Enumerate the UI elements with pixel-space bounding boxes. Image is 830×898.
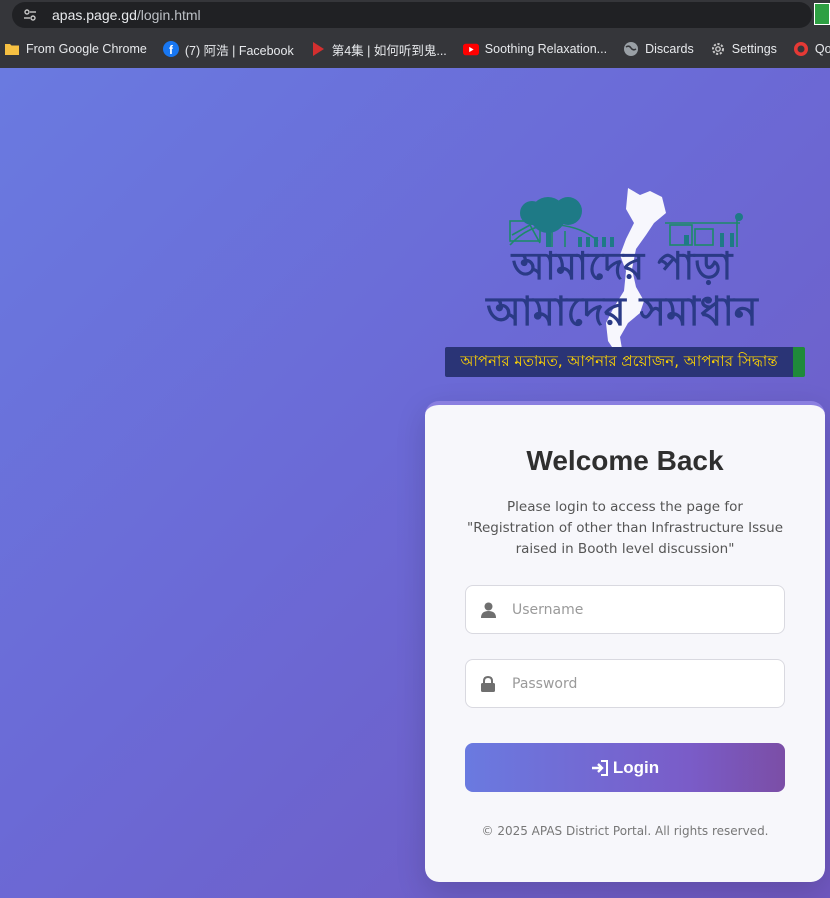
url-field[interactable]: apas.page.gd/login.html <box>12 2 812 28</box>
bookmark-facebook[interactable]: f (7) 阿浩 | Facebook <box>162 40 294 59</box>
lock-icon <box>480 675 496 692</box>
video-icon <box>310 41 326 57</box>
bookmark-label: Settings <box>731 42 777 56</box>
password-field[interactable] <box>465 659 785 708</box>
bookmark-label: (7) 阿浩 | Facebook <box>184 43 294 58</box>
bookmark-label: 第4集 | 如何听到鬼... <box>331 43 447 58</box>
bookmark-video[interactable]: 第4集 | 如何听到鬼... <box>310 40 447 59</box>
url-path: /login.html <box>136 7 201 23</box>
url-host: apas.page.gd <box>52 7 137 23</box>
extension-icon[interactable] <box>814 3 830 25</box>
facebook-icon: f <box>162 41 179 57</box>
url-text: apas.page.gd/login.html <box>52 7 201 23</box>
qoo10-icon <box>793 41 809 57</box>
password-input[interactable] <box>512 675 782 692</box>
logo-line2: আমাদের সমাধান <box>484 289 760 335</box>
username-input[interactable] <box>512 601 782 618</box>
youtube-icon <box>462 41 479 57</box>
login-subtitle: Please login to access the page for "Reg… <box>455 497 795 560</box>
login-card: Welcome Back Please login to access the … <box>425 401 825 882</box>
login-page: আমাদের পাড়া আমাদের সমাধান আপনার মতামত, … <box>0 68 830 898</box>
bookmark-from-google-chrome[interactable]: From Google Chrome <box>4 41 147 57</box>
user-icon <box>480 602 496 618</box>
bookmark-label: Qoo10 <box>814 42 830 56</box>
bookmark-label: From Google Chrome <box>26 42 147 56</box>
bookmark-settings[interactable]: Settings <box>710 41 777 57</box>
subtitle-line: "Registration of other than Infrastructu… <box>466 520 784 536</box>
subtitle-line: raised in Booth level discussion" <box>515 541 735 557</box>
copyright-footer: © 2025 APAS District Portal. All rights … <box>481 824 769 838</box>
globe-icon <box>623 41 639 57</box>
logo-line1: আমাদের পাড়া <box>510 244 735 288</box>
folder-icon <box>4 41 20 57</box>
bookmarks-bar: From Google Chrome f (7) 阿浩 | Facebook 第… <box>0 30 830 68</box>
subtitle-line: Please login to access the page for <box>507 499 743 515</box>
site-settings-icon[interactable] <box>22 7 38 23</box>
bookmark-qoo10[interactable]: Qoo10 <box>793 41 830 57</box>
browser-address-bar: apas.page.gd/login.html <box>0 0 830 30</box>
bookmark-discards[interactable]: Discards <box>623 41 694 57</box>
sign-in-icon <box>591 759 609 777</box>
bookmark-label: Soothing Relaxation... <box>484 42 608 56</box>
bookmark-soothing-relaxation[interactable]: Soothing Relaxation... <box>462 41 608 57</box>
bookmark-label: Discards <box>645 42 694 56</box>
username-field[interactable] <box>465 585 785 634</box>
login-button[interactable]: Login <box>465 743 785 792</box>
gear-icon <box>710 41 726 57</box>
tagline-text: আপনার মতামত, আপনার প্রয়োজন, আপনার সিদ্ধ… <box>460 351 778 370</box>
login-button-label: Login <box>612 757 660 777</box>
tagline-banner: আপনার মতামত, আপনার প্রয়োজন, আপনার সিদ্ধ… <box>445 347 805 377</box>
login-title: Welcome Back <box>526 445 724 476</box>
